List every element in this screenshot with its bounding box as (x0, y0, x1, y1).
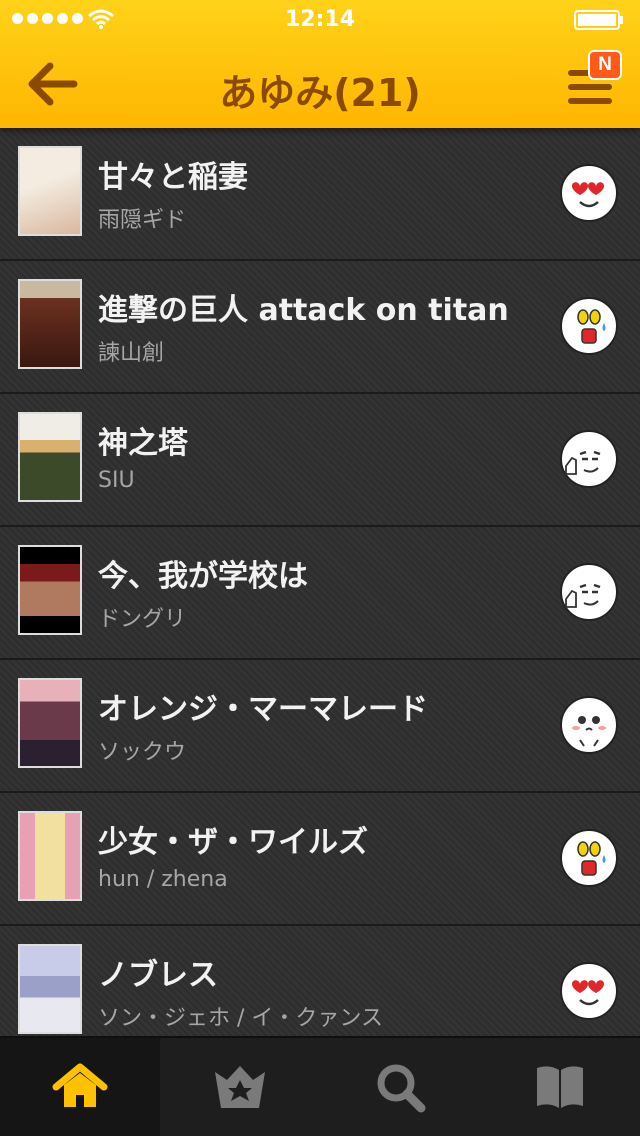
manga-thumbnail (18, 944, 82, 1034)
tab-bar (0, 1036, 640, 1136)
heart-eyes-icon[interactable] (560, 962, 618, 1020)
manga-thumbnail (18, 412, 82, 502)
heart-eyes-icon[interactable] (560, 164, 618, 222)
cover-image (20, 680, 80, 766)
page-title: あゆみ(21) (219, 71, 421, 115)
home-icon (52, 1063, 108, 1107)
new-badge: N (588, 50, 622, 80)
manga-author: ソン・ジェホ / イ・クァンス (98, 1006, 383, 1031)
manga-title: 甘々と稲妻 (98, 160, 248, 195)
tab-search[interactable] (320, 1038, 480, 1136)
star-crown-icon (215, 1066, 265, 1108)
manga-thumbnail (18, 678, 82, 768)
manga-author: SIU (98, 468, 135, 493)
status-time: 12:14 (284, 7, 356, 32)
tab-library[interactable] (480, 1038, 640, 1136)
book-icon (537, 1066, 583, 1108)
thumbs-up-icon[interactable] (560, 563, 618, 621)
manga-thumbnail (18, 811, 82, 901)
list-item[interactable]: オレンジ・マーマレード ソックウ (0, 660, 640, 793)
cover-image (20, 148, 80, 234)
list-item[interactable]: ノブレス ソン・ジェホ / イ・クァンス (0, 926, 640, 1038)
cover-image (20, 547, 80, 633)
shocked-icon[interactable] (560, 297, 618, 355)
manga-title: ノブレス (98, 958, 218, 993)
manga-thumbnail (18, 279, 82, 369)
status-bar: 12:14 (0, 0, 640, 40)
manga-title: 進撃の巨人 attack on titan (98, 293, 509, 328)
cover-image (20, 946, 80, 1032)
tab-home[interactable] (0, 1038, 160, 1136)
list-item[interactable]: 甘々と稲妻 雨隠ギド (0, 128, 640, 261)
battery-icon (574, 10, 623, 30)
manga-title: 少女・ザ・ワイルズ (98, 825, 368, 860)
manga-list: 甘々と稲妻 雨隠ギド 進撃の巨人 attack on titan 諫山創 神之塔… (0, 128, 640, 1038)
tab-favorites[interactable] (160, 1038, 320, 1136)
manga-author: ドングリ (98, 607, 187, 632)
thumbs-up-icon[interactable] (560, 430, 618, 488)
pleading-icon[interactable] (560, 696, 618, 754)
manga-title: 今、我が学校は (98, 559, 308, 594)
header: 12:14 あゆみ(21) N (0, 0, 640, 128)
manga-author: 諫山創 (98, 341, 165, 366)
manga-author: hun / zhena (98, 867, 228, 892)
cover-image (20, 813, 80, 899)
shocked-icon[interactable] (560, 829, 618, 887)
list-item[interactable]: 神之塔 SIU (0, 394, 640, 527)
manga-thumbnail (18, 146, 82, 236)
list-item[interactable]: 今、我が学校は ドングリ (0, 527, 640, 660)
list-item[interactable]: 進撃の巨人 attack on titan 諫山創 (0, 261, 640, 394)
menu-button[interactable]: N (568, 50, 622, 106)
search-icon (377, 1064, 426, 1113)
manga-author: 雨隠ギド (98, 208, 187, 233)
manga-author: ソックウ (98, 740, 187, 765)
manga-title: オレンジ・マーマレード (98, 692, 428, 727)
manga-title: 神之塔 (98, 426, 188, 461)
cover-image (20, 281, 80, 367)
cover-image (20, 414, 80, 500)
manga-thumbnail (18, 545, 82, 635)
list-item[interactable]: 少女・ザ・ワイルズ hun / zhena (0, 793, 640, 926)
